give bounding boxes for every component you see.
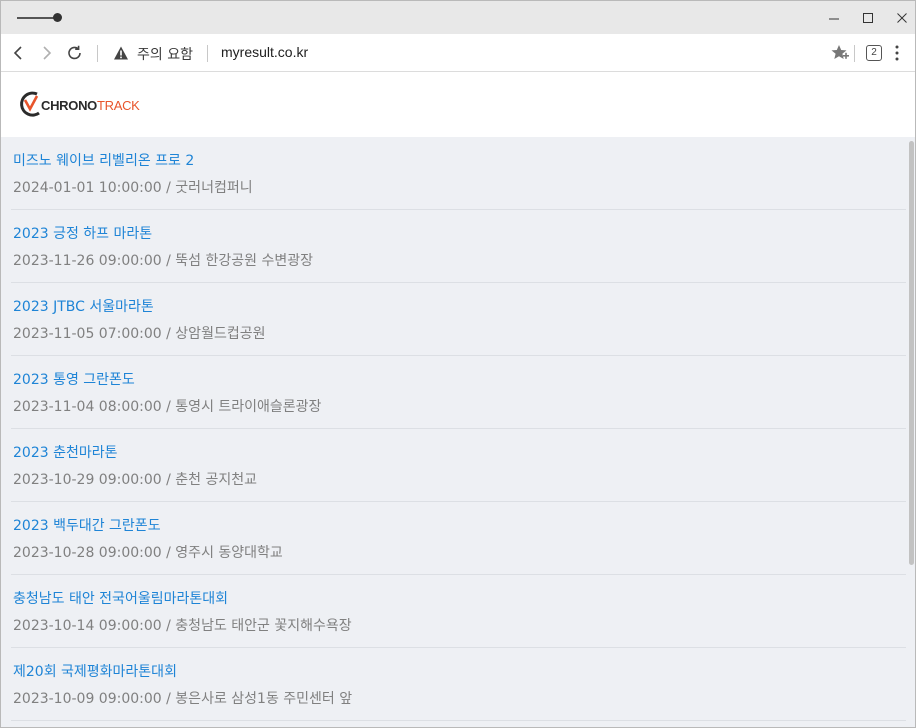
close-icon xyxy=(897,13,907,23)
event-date-location: 2023-10-09 09:00:00 / 봉은사로 삼성1동 주민센터 앞 xyxy=(13,691,353,707)
forward-button[interactable] xyxy=(36,42,58,64)
warning-icon[interactable] xyxy=(113,45,129,61)
site-header: CHRONOTRACK xyxy=(1,72,915,137)
toolbar-divider xyxy=(97,45,98,62)
maximize-icon xyxy=(863,13,873,23)
event-title-link[interactable]: 충청남도 태안 전국어울림마라톤대회 xyxy=(13,588,228,608)
event-title-link[interactable]: 2023 JTBC 서울마라톤 xyxy=(13,296,154,316)
minimize-icon xyxy=(829,18,839,20)
minimize-button[interactable] xyxy=(823,7,845,29)
event-date-location: 2023-11-04 08:00:00 / 통영시 트라이애슬론광장 xyxy=(13,399,322,415)
event-title-link[interactable]: 2023 백두대간 그란폰도 xyxy=(13,515,161,535)
logo-chrono-text: CHRONO xyxy=(41,97,97,113)
event-item[interactable]: 미즈노 웨이브 리벨리온 프로 2 2024-01-01 10:00:00 / … xyxy=(11,137,906,210)
event-date-location: 2023-10-14 09:00:00 / 충청남도 태안군 꽃지해수욕장 xyxy=(13,618,352,634)
reload-button[interactable] xyxy=(64,42,86,64)
reload-icon xyxy=(68,45,81,60)
chronotrack-logo[interactable]: CHRONOTRACK xyxy=(17,89,140,121)
event-item[interactable]: 제20회 국제평화마라톤대회 2023-10-09 09:00:00 / 봉은사… xyxy=(11,648,906,721)
arrow-left-icon xyxy=(13,46,22,60)
event-title-link[interactable]: 2023 춘천마라톤 xyxy=(13,442,117,462)
event-item[interactable]: 2023 춘천마라톤 2023-10-29 09:00:00 / 춘천 공지천교 xyxy=(11,429,906,502)
kebab-menu-icon[interactable] xyxy=(891,44,903,62)
logo-wordmark: CHRONOTRACK xyxy=(41,98,140,113)
event-list-area: 미즈노 웨이브 리벨리온 프로 2 2024-01-01 10:00:00 / … xyxy=(1,137,915,727)
maximize-button[interactable] xyxy=(857,7,879,29)
event-date-location: 2023-10-29 09:00:00 / 춘천 공지천교 xyxy=(13,472,258,488)
address-bar-url[interactable]: myresult.co.kr xyxy=(221,44,308,60)
event-item[interactable]: 2023 JTBC 서울마라톤 2023-11-05 07:00:00 / 상암… xyxy=(11,283,906,356)
event-title-link[interactable]: 2023 긍정 하프 마라톤 xyxy=(13,223,152,243)
event-item[interactable]: 충청남도 태안 전국어울림마라톤대회 2023-10-14 09:00:00 /… xyxy=(11,575,906,648)
event-item[interactable]: 2023 긍정 하프 마라톤 2023-11-26 09:00:00 / 뚝섬 … xyxy=(11,210,906,283)
page-scrollbar[interactable] xyxy=(908,137,915,727)
event-title-link[interactable]: 미즈노 웨이브 리벨리온 프로 2 xyxy=(13,150,194,170)
event-item[interactable]: 2023 백두대간 그란폰도 2023-10-28 09:00:00 / 영주시… xyxy=(11,502,906,575)
event-title-link[interactable]: 2023 통영 그란폰도 xyxy=(13,369,135,389)
event-date-location: 2024-01-01 10:00:00 / 굿러너컴퍼니 xyxy=(13,180,253,196)
event-date-location: 2023-11-05 07:00:00 / 상암월드컵공원 xyxy=(13,326,266,342)
event-date-location: 2023-10-28 09:00:00 / 영주시 동양대학교 xyxy=(13,545,283,561)
event-item[interactable]: 2023 통영 그란폰도 2023-11-04 08:00:00 / 통영시 트… xyxy=(11,356,906,429)
close-button[interactable] xyxy=(891,7,913,29)
logo-swoosh-icon xyxy=(20,91,40,117)
tab-count-button[interactable]: 2 xyxy=(866,45,882,61)
title-bar xyxy=(1,1,915,34)
event-date-location: 2023-11-26 09:00:00 / 뚝섬 한강공원 수변광장 xyxy=(13,253,314,269)
back-button[interactable] xyxy=(7,42,29,64)
toolbar-divider-right xyxy=(854,45,855,62)
logo-track-text: TRACK xyxy=(96,97,140,113)
scrollbar-thumb[interactable] xyxy=(909,141,914,565)
bookmark-star-icon[interactable] xyxy=(830,43,850,63)
window-slider-track[interactable] xyxy=(17,17,57,19)
browser-toolbar: 주의 요함 myresult.co.kr 2 xyxy=(1,34,915,72)
window-slider-knob[interactable] xyxy=(53,13,62,22)
browser-window: 주의 요함 myresult.co.kr 2 CHRONOTRACK 미즈노 웨… xyxy=(0,0,916,728)
event-title-link[interactable]: 제20회 국제평화마라톤대회 xyxy=(13,661,177,681)
arrow-right-icon xyxy=(43,46,52,60)
address-divider xyxy=(207,45,208,62)
security-warning-label[interactable]: 주의 요함 xyxy=(137,44,193,64)
event-list: 미즈노 웨이브 리벨리온 프로 2 2024-01-01 10:00:00 / … xyxy=(1,137,906,721)
